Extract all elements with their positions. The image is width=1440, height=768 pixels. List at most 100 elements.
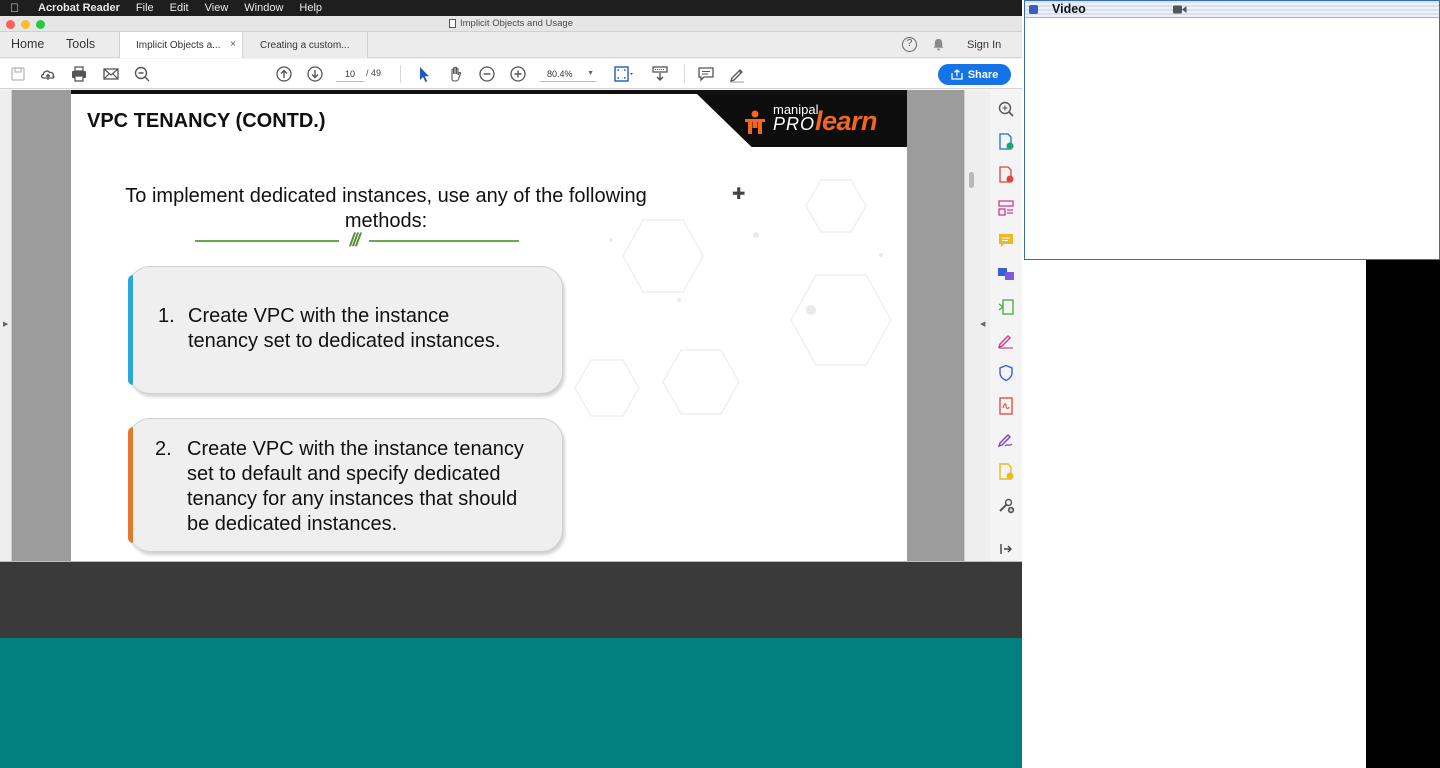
menu-help[interactable]: Help [299, 2, 322, 14]
zoom-window-button[interactable] [36, 20, 45, 29]
more-tools-icon[interactable] [997, 496, 1015, 514]
method-number: 1. [158, 305, 175, 327]
highlight-pen-icon[interactable] [728, 65, 746, 83]
video-title: Video [1052, 2, 1086, 16]
chevron-right-icon: ▶ [3, 321, 9, 328]
zoom-level-dropdown[interactable]: 80.4% ▼ [540, 66, 596, 82]
close-window-button[interactable] [6, 20, 15, 29]
toolbar-divider [684, 65, 685, 83]
video-window[interactable]: Video [1024, 0, 1440, 260]
zoom-in-icon[interactable] [509, 65, 527, 83]
fill-sign-icon[interactable] [997, 331, 1015, 349]
menu-window[interactable]: Window [244, 2, 283, 14]
method-card-1: 1. Create VPC with the instance tenancy … [128, 266, 563, 394]
mac-menu-bar:  Acrobat Reader File Edit View Window H… [0, 0, 1022, 16]
comment-icon[interactable] [997, 232, 1015, 250]
left-panel-toggle[interactable]: ▶ [0, 90, 12, 561]
tab-bar: Home Tools Implicit Objects a... × Creat… [0, 32, 1022, 58]
card-accent-orange [128, 427, 133, 543]
document-tab-active[interactable]: Implicit Objects a... × [119, 32, 243, 58]
pdf-document-icon [449, 19, 456, 28]
intro-text-line-2: methods: [344, 210, 428, 232]
crosshair-cursor-icon: ✚ [732, 186, 746, 203]
search-icon[interactable] [997, 100, 1015, 118]
divider-mark: /// [339, 229, 369, 251]
menu-edit[interactable]: Edit [170, 2, 189, 14]
document-tab-inactive[interactable]: Creating a custom... [244, 32, 368, 58]
tab-home[interactable]: Home [11, 37, 44, 51]
method-text-line: tenancy set to dedicated instances. [188, 330, 501, 352]
menu-file[interactable]: File [136, 2, 154, 14]
scrollbar-thumb[interactable] [969, 172, 974, 188]
collapse-panel-icon[interactable] [997, 540, 1015, 558]
chevron-down-icon: ▼ [587, 70, 594, 77]
logo-pro-text: PRO [773, 114, 816, 134]
hand-tool-icon[interactable] [447, 65, 465, 83]
close-tab-icon[interactable]: × [230, 39, 236, 50]
select-cursor-icon[interactable] [415, 65, 433, 83]
black-side-region [1366, 260, 1440, 768]
combine-files-icon[interactable] [997, 265, 1015, 283]
desktop-teal-background [0, 638, 1022, 768]
request-signature-icon[interactable] [997, 430, 1015, 448]
previous-page-icon[interactable] [275, 65, 293, 83]
desktop-dark-band [0, 562, 1022, 638]
email-icon[interactable] [102, 65, 120, 83]
menu-view[interactable]: View [205, 2, 229, 14]
vertical-scrollbar[interactable]: ◀ [964, 90, 990, 561]
save-icon[interactable] [9, 65, 27, 83]
zoom-level-value: 80.4% [547, 69, 573, 79]
document-tab-label: Creating a custom... [260, 39, 350, 51]
apple-icon[interactable]:  [10, 1, 24, 15]
print-icon[interactable] [70, 65, 88, 83]
slide-title: VPC TENANCY (CONTD.) [87, 110, 326, 132]
logo-learn-text: learn [815, 106, 878, 136]
upload-cloud-icon[interactable] [39, 65, 57, 83]
compress-pdf-icon[interactable] [997, 298, 1015, 316]
document-tab-label: Implicit Objects a... [136, 39, 221, 51]
next-page-icon[interactable] [306, 65, 324, 83]
method-text-line: tenancy for any instances that should [187, 488, 518, 510]
method-text-line: Create VPC with the instance [188, 305, 450, 327]
video-title-bar[interactable]: Video [1025, 1, 1439, 18]
organize-pages-icon[interactable] [997, 199, 1015, 217]
protect-shield-icon[interactable] [997, 364, 1015, 382]
menu-app-name[interactable]: Acrobat Reader [38, 2, 120, 14]
intro-text-line-1: To implement dedicated instances, use an… [125, 185, 647, 207]
main-toolbar: 10 / 49 80.4% ▼ Share [0, 59, 1022, 89]
sign-in-link[interactable]: Sign In [967, 39, 1001, 51]
create-pdf-icon[interactable] [997, 166, 1015, 184]
document-viewport[interactable]: ▶ VPC TENANCY (CONTD.) manipal PROlearn … [0, 90, 990, 561]
prolearn-logo-icon [745, 110, 765, 134]
fit-page-icon[interactable] [613, 65, 637, 83]
method-number: 2. [155, 438, 172, 460]
notification-bell-icon[interactable] [932, 38, 945, 51]
page-top-rule [71, 90, 907, 94]
comment-icon[interactable] [697, 65, 715, 83]
window-title: Implicit Objects and Usage [460, 18, 573, 29]
search-zoom-icon[interactable] [133, 65, 151, 83]
share-icon [951, 69, 963, 80]
chevron-left-icon[interactable]: ◀ [980, 320, 985, 328]
camera-icon[interactable] [1173, 5, 1187, 14]
method-card-2: 2. Create VPC with the instance tenancy … [128, 418, 563, 552]
card-accent-blue [128, 275, 133, 385]
method-text-line: be dedicated instances. [187, 513, 398, 535]
minimize-window-button[interactable] [21, 20, 30, 29]
pdf-document-icon[interactable] [997, 397, 1015, 415]
send-for-review-icon[interactable] [997, 463, 1015, 481]
export-pdf-icon[interactable] [997, 133, 1015, 151]
help-icon[interactable]: ? [902, 37, 917, 52]
method-text-line: Create VPC with the instance tenancy [187, 438, 524, 460]
share-label: Share [967, 68, 999, 81]
toolbar-divider [400, 65, 401, 83]
window-title-bar[interactable]: Implicit Objects and Usage [0, 16, 1022, 32]
pdf-page: VPC TENANCY (CONTD.) manipal PROlearn To… [71, 90, 907, 561]
zoom-out-icon[interactable] [478, 65, 496, 83]
method-text-line: set to default and specify dedicated [187, 463, 501, 485]
tab-tools[interactable]: Tools [66, 37, 95, 51]
share-button[interactable]: Share [938, 64, 1011, 85]
page-number-input[interactable]: 10 [336, 66, 364, 82]
window-icon[interactable] [1029, 5, 1038, 14]
scroll-mode-icon[interactable] [651, 65, 669, 83]
